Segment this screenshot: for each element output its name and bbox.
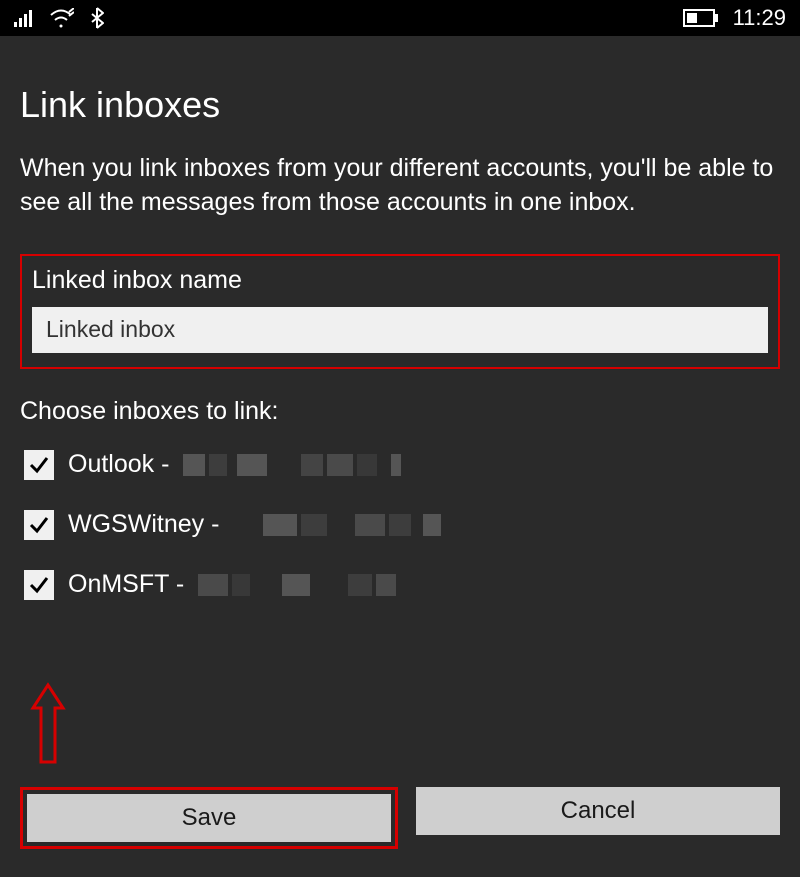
inbox-label-outlook: Outlook - bbox=[68, 450, 169, 479]
clock-time: 11:29 bbox=[733, 5, 786, 31]
redacted-email bbox=[198, 574, 396, 596]
page-title: Link inboxes bbox=[20, 84, 780, 126]
checkbox-onmsft[interactable] bbox=[24, 570, 54, 600]
status-bar: 11:29 bbox=[0, 0, 800, 36]
inbox-item-wgswitney: WGSWitney - bbox=[24, 510, 780, 540]
inbox-list: Outlook - WGSWitney - bbox=[20, 450, 780, 600]
inbox-item-onmsft: OnMSFT - bbox=[24, 570, 780, 600]
checkbox-wgswitney[interactable] bbox=[24, 510, 54, 540]
redacted-email bbox=[183, 454, 401, 476]
linked-inbox-name-label: Linked inbox name bbox=[32, 266, 768, 295]
battery-icon bbox=[683, 9, 719, 27]
wifi-icon bbox=[48, 8, 74, 28]
bluetooth-icon bbox=[90, 7, 104, 29]
inbox-item-outlook: Outlook - bbox=[24, 450, 780, 480]
status-left bbox=[14, 7, 104, 29]
save-button[interactable]: Save bbox=[27, 794, 391, 842]
redacted-email bbox=[263, 514, 441, 536]
linked-inbox-name-input[interactable] bbox=[32, 307, 768, 353]
inbox-label-wgswitney: WGSWitney - bbox=[68, 510, 219, 539]
arrow-annotation-icon bbox=[28, 680, 68, 775]
content-area: Link inboxes When you link inboxes from … bbox=[0, 36, 800, 620]
cellular-signal-icon bbox=[14, 9, 32, 27]
save-button-highlight: Save bbox=[20, 787, 398, 849]
checkbox-outlook[interactable] bbox=[24, 450, 54, 480]
name-field-highlight: Linked inbox name bbox=[20, 254, 780, 369]
button-row: Save Cancel bbox=[20, 787, 780, 849]
cancel-button[interactable]: Cancel bbox=[416, 787, 780, 835]
choose-inboxes-label: Choose inboxes to link: bbox=[20, 397, 780, 426]
page-description: When you link inboxes from your differen… bbox=[20, 152, 780, 220]
status-right: 11:29 bbox=[683, 5, 786, 31]
inbox-label-onmsft: OnMSFT - bbox=[68, 570, 184, 599]
